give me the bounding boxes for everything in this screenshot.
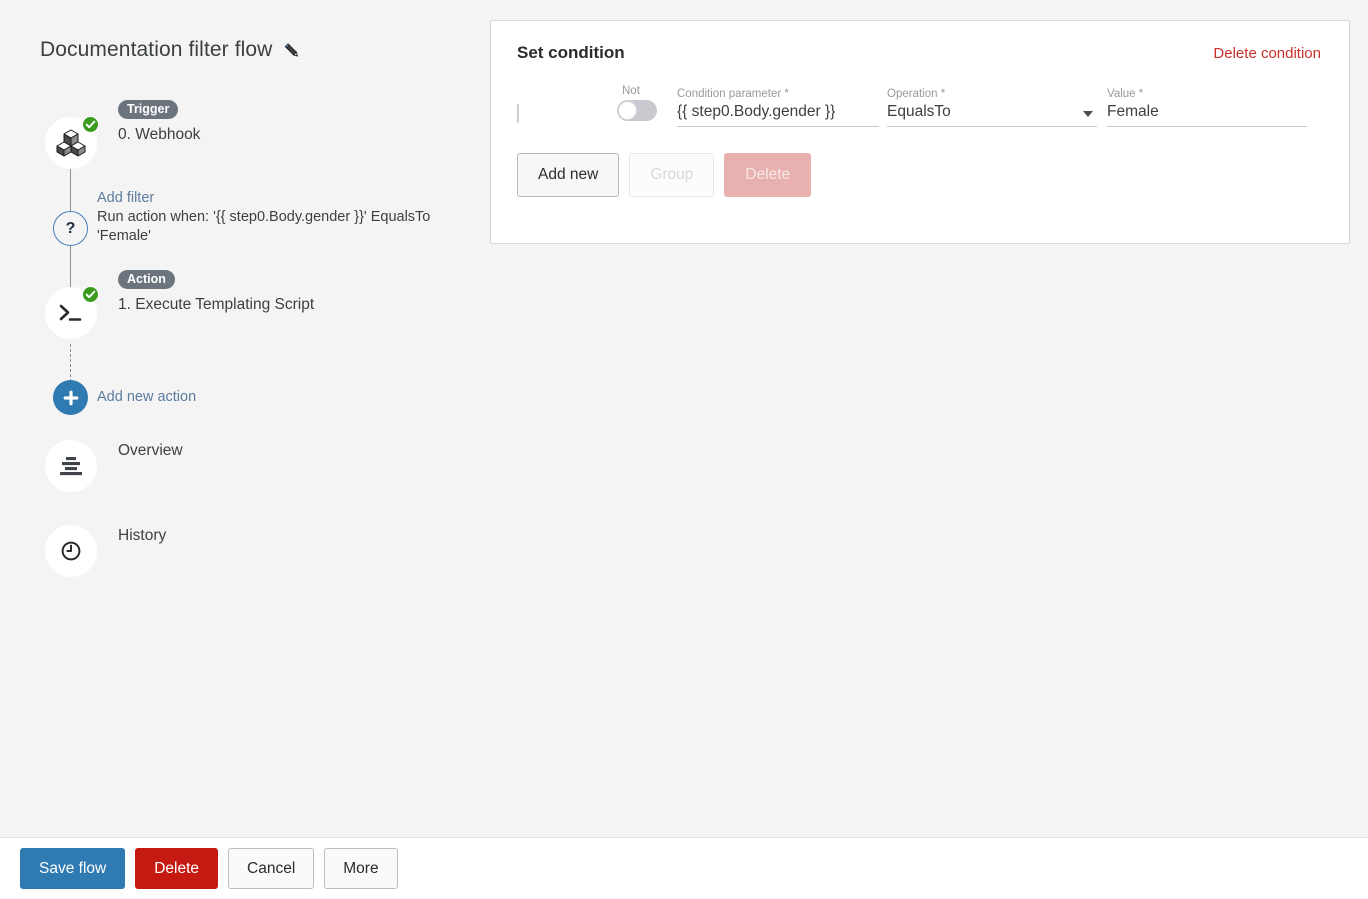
page-title: Documentation filter flow	[40, 38, 273, 61]
status-ok-badge	[82, 286, 99, 303]
label-value: Value *	[1107, 88, 1144, 100]
status-ok-badge	[82, 116, 99, 133]
value-cell: Value *	[1107, 88, 1307, 127]
webhook-cubes-icon	[56, 129, 86, 157]
group-button: Group	[629, 153, 715, 197]
panel-header: Set condition Delete condition	[491, 21, 1349, 63]
delete-flow-button[interactable]: Delete	[135, 847, 219, 890]
plus-icon	[63, 390, 78, 405]
add-new-button[interactable]: Add new	[517, 153, 620, 197]
not-toggle-knob	[618, 101, 637, 120]
save-flow-button[interactable]: Save flow	[20, 847, 126, 890]
nav-label-history[interactable]: History	[118, 527, 166, 545]
connector-action-addnew	[70, 344, 71, 382]
overview-bars-icon	[60, 457, 82, 476]
nav-label-overview[interactable]: Overview	[118, 442, 183, 460]
flow-sidebar: Documentation filter flow Trigger 0. Web…	[0, 0, 470, 830]
condition-row: Not Condition parameter * Operation * Va…	[491, 85, 1349, 127]
step-label-script[interactable]: 1. Execute Templating Script	[118, 296, 314, 314]
step-action-text: Action 1. Execute Templating Script	[118, 270, 314, 314]
operation-select[interactable]	[887, 103, 1097, 127]
nav-icon-history[interactable]	[45, 525, 97, 577]
question-mark-icon[interactable]: ?	[53, 211, 88, 246]
condition-parameter-input[interactable]	[677, 103, 879, 127]
not-cell: Not	[617, 85, 677, 127]
pencil-icon[interactable]	[282, 41, 302, 61]
step-icon-webhook[interactable]	[45, 116, 99, 169]
flow-editor-page: Documentation filter flow Trigger 0. Web…	[0, 0, 1368, 899]
not-toggle[interactable]	[617, 100, 657, 121]
add-new-action-label[interactable]: Add new action	[97, 389, 196, 405]
delete-condition-button[interactable]: Delete	[724, 153, 812, 197]
condition-panel-buttons: Add new Group Delete	[491, 127, 1349, 197]
label-operation: Operation *	[887, 88, 946, 100]
add-new-action-button[interactable]	[53, 380, 88, 415]
label-condition-parameter: Condition parameter *	[677, 88, 789, 100]
nav-icon-overview[interactable]	[45, 440, 97, 492]
connector-trigger-filter	[70, 168, 71, 212]
delete-condition-link[interactable]: Delete condition	[1213, 45, 1321, 62]
set-condition-panel: Set condition Delete condition Not Condi…	[490, 20, 1350, 244]
add-filter-link[interactable]: Add filter	[97, 190, 457, 206]
cancel-button[interactable]: Cancel	[228, 847, 315, 890]
condition-parameter-cell: Condition parameter *	[677, 88, 879, 127]
operation-select-wrap	[887, 103, 1097, 127]
connector-filter-action	[70, 246, 71, 288]
label-not: Not	[622, 85, 640, 97]
step-label-webhook[interactable]: 0. Webhook	[118, 126, 200, 144]
status-badge-trigger: Trigger	[118, 100, 179, 120]
bottom-toolbar: Save flow Delete Cancel More	[0, 837, 1368, 899]
clock-history-icon	[61, 541, 81, 561]
select-condition-checkbox[interactable]	[517, 104, 519, 123]
value-input[interactable]	[1107, 103, 1307, 127]
select-condition-cell	[517, 104, 617, 127]
step-trigger-text: Trigger 0. Webhook	[118, 100, 200, 144]
panel-title: Set condition	[517, 43, 625, 62]
terminal-prompt-icon	[59, 304, 82, 321]
operation-cell: Operation *	[887, 88, 1097, 127]
filter-block: Add filter Run action when: '{{ step0.Bo…	[97, 190, 457, 246]
flow-title-row: Documentation filter flow	[40, 38, 302, 62]
step-icon-script[interactable]	[45, 286, 99, 339]
status-badge-action: Action	[118, 270, 175, 290]
more-button[interactable]: More	[324, 847, 398, 890]
filter-description: Run action when: '{{ step0.Body.gender }…	[97, 209, 431, 244]
